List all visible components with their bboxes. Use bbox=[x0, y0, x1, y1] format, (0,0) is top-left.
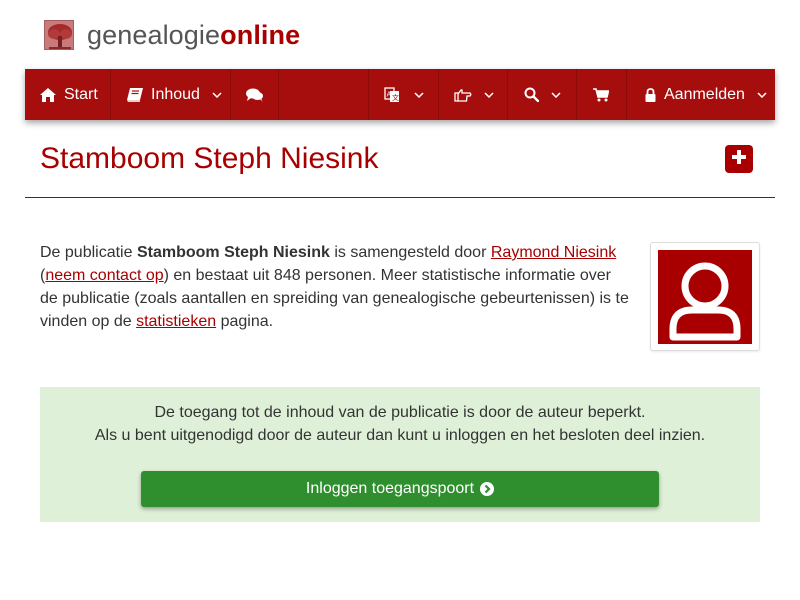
chevron-down-icon bbox=[757, 91, 767, 98]
contact-link[interactable]: neem contact op bbox=[45, 267, 163, 284]
title-divider bbox=[25, 197, 775, 198]
svg-text:A: A bbox=[387, 90, 392, 98]
nav-language-dropdown[interactable]: A文 bbox=[369, 69, 439, 120]
chevron-down-icon bbox=[414, 91, 424, 98]
chevron-down-icon bbox=[551, 91, 561, 98]
nav-hand-dropdown[interactable] bbox=[439, 69, 508, 120]
access-restricted-notice: De toegang tot de inhoud van de publicat… bbox=[40, 387, 760, 522]
intro-text-2: is samengesteld door bbox=[329, 244, 491, 261]
search-icon bbox=[524, 87, 539, 102]
brand-logo-link[interactable]: genealogieonline bbox=[44, 18, 300, 52]
add-button[interactable] bbox=[725, 145, 753, 173]
author-link[interactable]: Raymond Niesink bbox=[491, 244, 616, 261]
tree-icon bbox=[44, 20, 74, 50]
nav-cart[interactable] bbox=[577, 69, 627, 120]
chevron-circle-right-icon bbox=[480, 482, 495, 496]
page-title: Stamboom Steph Niesink bbox=[40, 142, 379, 175]
nav-login-label: Aanmelden bbox=[664, 85, 745, 103]
shopping-cart-icon bbox=[593, 87, 609, 102]
nav-inhoud-label: Inhoud bbox=[151, 85, 200, 103]
home-icon bbox=[40, 87, 56, 102]
comments-icon bbox=[246, 88, 263, 102]
svg-text:文: 文 bbox=[392, 93, 399, 102]
translate-icon: A文 bbox=[384, 86, 400, 103]
nav-spacer bbox=[279, 69, 369, 120]
main-navbar: Start Inhoud A文 Aanmelden bbox=[25, 69, 775, 120]
hand-pointer-icon bbox=[454, 88, 472, 102]
nav-login-dropdown[interactable]: Aanmelden bbox=[627, 69, 775, 120]
plus-square-icon bbox=[730, 148, 748, 171]
brand-name: genealogieonline bbox=[87, 18, 300, 52]
book-icon bbox=[127, 87, 143, 102]
chevron-down-icon bbox=[212, 91, 222, 98]
statistics-link[interactable]: statistieken bbox=[136, 313, 216, 330]
user-icon bbox=[658, 250, 752, 344]
login-portal-button[interactable]: Inloggen toegangspoort bbox=[141, 471, 659, 507]
notice-line-1: De toegang tot de inhoud van de publicat… bbox=[154, 404, 646, 421]
author-avatar-frame bbox=[650, 242, 760, 351]
chevron-down-icon bbox=[484, 91, 494, 98]
publication-name: Stamboom Steph Niesink bbox=[136, 244, 330, 261]
login-portal-label: Inloggen toegangspoort bbox=[305, 480, 475, 497]
lock-icon bbox=[645, 87, 656, 102]
brand-name-strong: online bbox=[220, 20, 301, 50]
publication-description: De publicatie Stamboom Steph Niesink is … bbox=[40, 241, 630, 333]
nav-start-label: Start bbox=[64, 85, 98, 103]
notice-line-2: Als u bent uitgenodigd door de auteur da… bbox=[94, 427, 706, 444]
intro-text-5: pagina. bbox=[216, 313, 274, 330]
intro-text-1: De publicatie bbox=[40, 244, 137, 261]
nav-search-dropdown[interactable] bbox=[508, 69, 577, 120]
nav-forum[interactable] bbox=[231, 69, 279, 120]
brand-name-plain: genealogie bbox=[87, 20, 221, 50]
nav-inhoud-dropdown[interactable]: Inhoud bbox=[111, 69, 231, 120]
nav-start[interactable]: Start bbox=[25, 69, 111, 120]
